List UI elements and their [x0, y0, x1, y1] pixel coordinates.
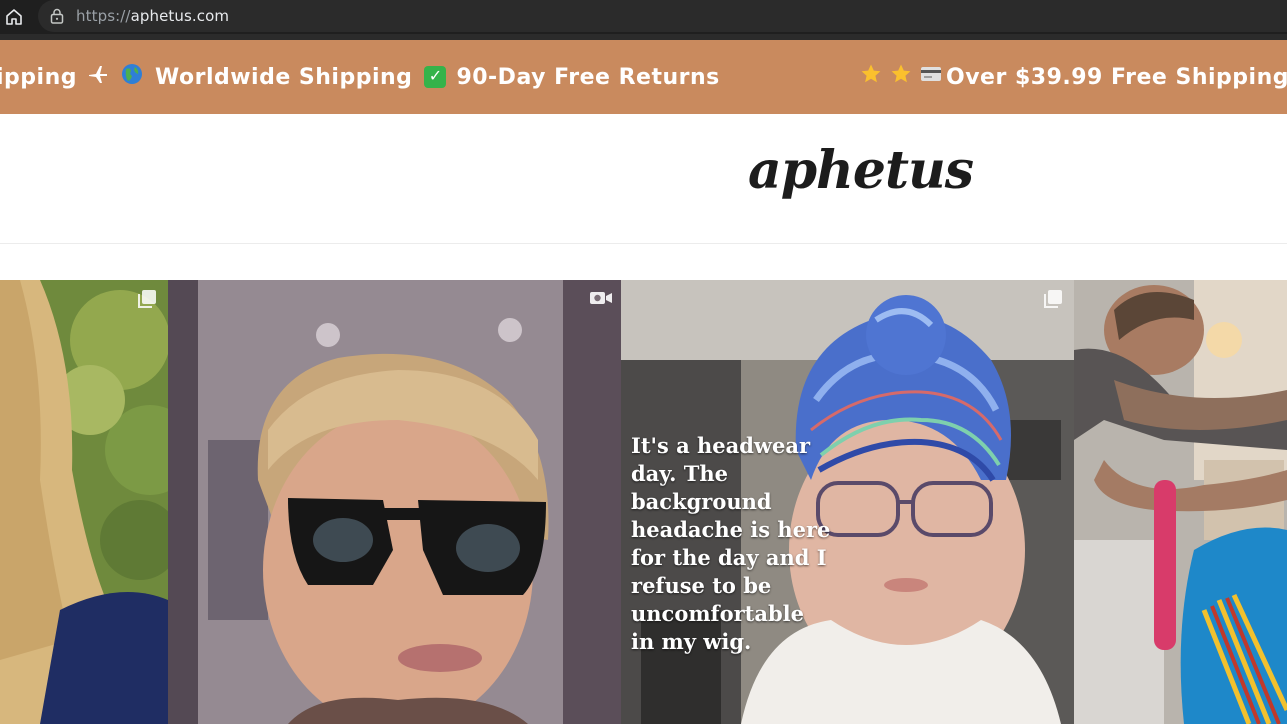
address-bar[interactable]: https://aphetus.com — [38, 0, 1287, 32]
caption-line: background — [631, 489, 772, 514]
video-camera-icon — [589, 288, 613, 310]
browser-toolbar: https://aphetus.com — [0, 0, 1287, 34]
multi-image-icon — [136, 288, 160, 310]
announcement-group-1: ipping Worldwide Shipping ✓ 90-Day Free … — [0, 40, 720, 114]
caption-line: day. The — [631, 461, 728, 486]
caption-line: headache is here — [631, 517, 831, 542]
star-icon — [890, 63, 912, 91]
caption-line: refuse to be — [631, 573, 772, 598]
globe-icon — [121, 63, 143, 91]
url-host: aphetus.com — [130, 7, 230, 25]
airplane-icon — [87, 63, 109, 91]
announcement-returns: 90-Day Free Returns — [456, 64, 720, 90]
caption-line: It's a headwear — [631, 433, 811, 458]
caption-line: for the day and I — [631, 545, 827, 570]
site-header: aphetus — [0, 114, 1287, 244]
gallery-tile[interactable] — [1074, 280, 1287, 724]
social-gallery: It's a headwear day. The background head… — [0, 280, 1287, 724]
announcement-bar: ipping Worldwide Shipping ✓ 90-Day Free … — [0, 40, 1287, 114]
home-icon[interactable] — [3, 6, 25, 28]
announcement-worldwide: Worldwide Shipping — [155, 64, 413, 90]
site-logo[interactable]: aphetus — [748, 140, 974, 201]
url-scheme: https:// — [76, 7, 131, 25]
url-text: https://aphetus.com — [76, 7, 229, 25]
lock-icon[interactable] — [50, 8, 64, 24]
gallery-tile[interactable] — [0, 280, 168, 724]
caption-line: in my wig. — [631, 629, 752, 654]
multi-image-icon — [1042, 288, 1066, 310]
tile-photo — [0, 280, 168, 724]
gallery-tile[interactable] — [168, 280, 621, 724]
announcement-free-shipping: Over $39.99 Free Shipping — [946, 64, 1287, 90]
gallery-tile[interactable]: It's a headwear day. The background head… — [621, 280, 1074, 724]
star-icon — [860, 63, 882, 91]
tile-caption-overlay: It's a headwear day. The background head… — [631, 432, 861, 656]
tile-photo — [168, 280, 621, 724]
announcement-group-2: Over $39.99 Free Shipping — [860, 40, 1287, 114]
credit-card-icon — [920, 65, 942, 89]
announcement-shipping-tail: ipping — [0, 64, 77, 90]
tile-photo — [1074, 280, 1287, 724]
caption-line: uncomfortable — [631, 601, 804, 626]
check-icon: ✓ — [424, 66, 447, 88]
